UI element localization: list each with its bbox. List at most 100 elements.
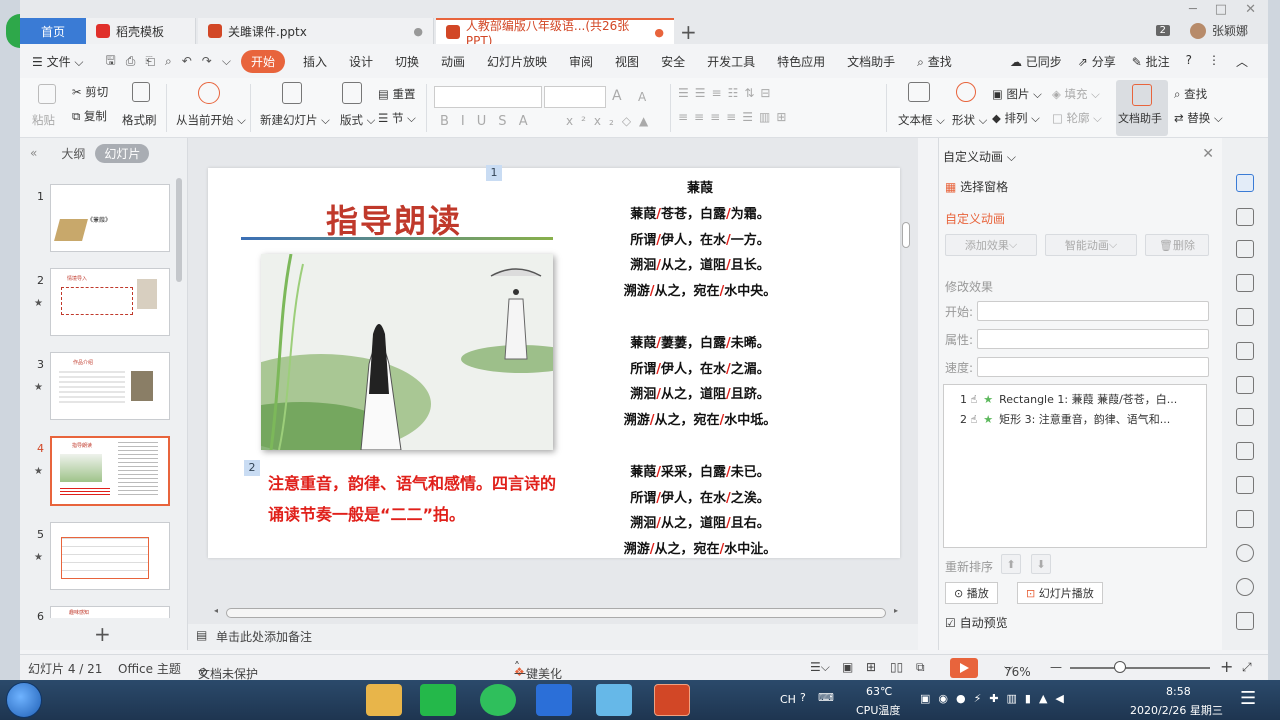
close-icon[interactable]: ✕ xyxy=(1202,146,1214,162)
animation-item[interactable]: 1 ☝ ★ Rectangle 1: 蒹葭 蒹葭/苍苍，白... xyxy=(960,391,1177,407)
menu-security[interactable]: 安全 xyxy=(661,53,685,70)
tab-docer[interactable]: 稻壳模板 xyxy=(86,18,196,44)
animation-tag[interactable]: 1 xyxy=(486,165,502,181)
print-preview-icon[interactable]: ⎙ xyxy=(126,54,136,69)
move-down-icon[interactable]: ⬇ xyxy=(1031,554,1051,574)
more-icon[interactable]: ⌵ xyxy=(222,54,231,69)
animation-item[interactable]: 2 ☝ ★ 矩形 3: 注意重音，韵律、语气和... xyxy=(960,411,1170,427)
tab-close-dot[interactable]: ● xyxy=(654,26,664,39)
tab-home[interactable]: 首页 xyxy=(20,18,86,44)
clock-date[interactable]: 2020/2/26 星期三 xyxy=(1130,702,1223,718)
iqiyi-icon[interactable] xyxy=(420,684,456,716)
pane-title[interactable]: 自定义动画 ⌵ xyxy=(943,148,1016,165)
font-grow-button[interactable]: A xyxy=(612,88,622,104)
picture-icon[interactable] xyxy=(1236,442,1254,460)
tab-guanju[interactable]: 关雎课件.pptx ● xyxy=(198,18,434,44)
smart-animation-button[interactable]: 智能动画 ⌵ xyxy=(1045,234,1137,256)
slide-thumbnail-current[interactable]: 指导朗读 xyxy=(50,436,170,506)
history-icon[interactable] xyxy=(1236,578,1254,596)
share-button[interactable]: ⇗ 分享 xyxy=(1078,53,1116,70)
zoom-in-button[interactable]: + xyxy=(1220,657,1233,676)
vertical-scrollbar[interactable] xyxy=(902,222,910,248)
auto-preview-checkbox[interactable]: ☑ 自动预览 xyxy=(945,614,1008,631)
normal-view-icon[interactable]: ▣ xyxy=(842,660,853,674)
help-icon[interactable]: ? xyxy=(800,691,806,704)
file-menu[interactable]: ☰ 文件 ⌵ xyxy=(32,53,84,70)
menu-insert[interactable]: 插入 xyxy=(303,53,327,70)
slide-thumbnail[interactable]: 趣味感知 xyxy=(50,606,170,618)
menu-slideshow[interactable]: 幻灯片放映 xyxy=(487,53,547,70)
menu-start[interactable]: 开始 xyxy=(240,49,285,73)
select-pane-button[interactable]: ▦ 选择窗格 xyxy=(945,178,1008,195)
menu-devtools[interactable]: 开发工具 xyxy=(707,53,755,70)
slideshow-button[interactable]: ⊡ 幻灯片播放 xyxy=(1017,582,1103,604)
move-up-icon[interactable]: ⬆ xyxy=(1001,554,1021,574)
menu-switch[interactable]: 切换 xyxy=(395,53,419,70)
redo-icon[interactable]: ↷ xyxy=(202,54,212,68)
presenter-view-icon[interactable]: ⧉ xyxy=(916,660,925,675)
font-style-buttons[interactable]: BIUSA xyxy=(440,114,540,129)
print-icon[interactable]: ⎗ xyxy=(145,54,155,69)
sync-button[interactable]: ☁ 已同步 xyxy=(1010,53,1062,70)
menu-docassistant[interactable]: 文档助手 xyxy=(847,53,895,70)
reset-button[interactable]: ▤ 重置 xyxy=(378,86,416,102)
export-icon[interactable] xyxy=(1236,376,1254,394)
start-select[interactable] xyxy=(977,301,1209,321)
restore-icon[interactable]: □ xyxy=(1215,2,1227,17)
cut-button[interactable]: ✂ 剪切 xyxy=(72,84,108,100)
delete-button[interactable]: 🗑 删除 xyxy=(1145,234,1209,256)
slideshow-play-button[interactable] xyxy=(950,658,978,678)
input-language[interactable]: CH xyxy=(780,693,796,706)
notes-area[interactable]: ▤ 单击此处添加备注 xyxy=(188,624,918,650)
tab-close-dot[interactable]: ● xyxy=(413,25,423,38)
font-name-select[interactable] xyxy=(434,86,542,108)
reading-note[interactable]: 注意重音，韵律、语气和感情。四言诗的诵读节奏一般是“二二”拍。 xyxy=(268,468,558,530)
image-pane-icon[interactable] xyxy=(1236,308,1254,326)
animation-pane-icon[interactable] xyxy=(1236,174,1254,192)
font-shrink-button[interactable]: A xyxy=(638,90,646,104)
undo-icon[interactable]: ↶ xyxy=(182,54,192,68)
start-button[interactable] xyxy=(6,682,42,718)
new-slide-button[interactable]: 新建幻灯片 ⌵ xyxy=(260,112,330,128)
menu-search[interactable]: ⌕ 查找 xyxy=(917,53,952,70)
add-effect-button[interactable]: 添加效果 ⌵ xyxy=(945,234,1037,256)
tray-icons[interactable]: ▣◉●⚡✚▥▮▲◀ xyxy=(920,692,1072,705)
tab-outline[interactable]: 大纲 xyxy=(61,145,85,162)
horizontal-scrollbar[interactable] xyxy=(226,608,886,618)
file-explorer-icon[interactable] xyxy=(366,684,402,716)
menu-animation[interactable]: 动画 xyxy=(441,53,465,70)
shield-icon[interactable] xyxy=(1236,510,1254,528)
copy-button[interactable]: ⧉ 复制 xyxy=(72,108,107,124)
replace-button[interactable]: ⇄ 替换 ⌵ xyxy=(1174,110,1223,126)
clock-time[interactable]: 8:58 xyxy=(1166,685,1191,698)
menu-special[interactable]: 特色应用 xyxy=(777,53,825,70)
fit-window-icon[interactable]: ⤢ xyxy=(1242,660,1252,675)
align-buttons[interactable]: ≡≡≡≡☰▥⊞ xyxy=(678,110,792,124)
audio-icon[interactable] xyxy=(1236,476,1254,494)
layers-icon[interactable] xyxy=(1236,208,1254,226)
slide-thumbnail[interactable] xyxy=(50,522,170,590)
wps-writer-icon[interactable] xyxy=(536,684,572,716)
menu-design[interactable]: 设计 xyxy=(349,53,373,70)
add-slide-button[interactable]: + xyxy=(94,622,111,646)
grid-icon[interactable] xyxy=(1236,612,1254,630)
font-size-select[interactable] xyxy=(544,86,606,108)
comment-button[interactable]: ✎ 批注 xyxy=(1132,53,1170,70)
collapse-pane-icon[interactable]: « xyxy=(30,146,37,160)
tab-slides[interactable]: 幻灯片 xyxy=(95,143,150,163)
find-button[interactable]: ⌕ 查找 xyxy=(1174,86,1207,102)
animation-tag[interactable]: 2 xyxy=(244,460,260,476)
textbox-button[interactable]: 文本框 ⌵ xyxy=(898,112,945,128)
shape-button[interactable]: 形状 ⌵ xyxy=(952,112,987,128)
wps-presentation-icon[interactable] xyxy=(654,684,690,716)
notes-toggle-icon[interactable]: ☰⌵ xyxy=(810,660,830,675)
section-button[interactable]: ☰ 节 ⌵ xyxy=(378,110,416,126)
user-area[interactable]: 2 张颖娜 xyxy=(1155,22,1248,39)
reading-view-icon[interactable]: ▯▯ xyxy=(890,660,903,674)
help-icon[interactable] xyxy=(1236,544,1254,562)
save-icon[interactable]: 🖫 xyxy=(106,51,116,72)
archive-icon[interactable] xyxy=(1236,408,1254,426)
outline-button[interactable]: □ 轮廓 ⌵ xyxy=(1052,110,1102,126)
more-dots-icon[interactable]: ⋮ xyxy=(1208,53,1220,70)
slide-thumbnail[interactable]: 情境导入 xyxy=(50,268,170,336)
